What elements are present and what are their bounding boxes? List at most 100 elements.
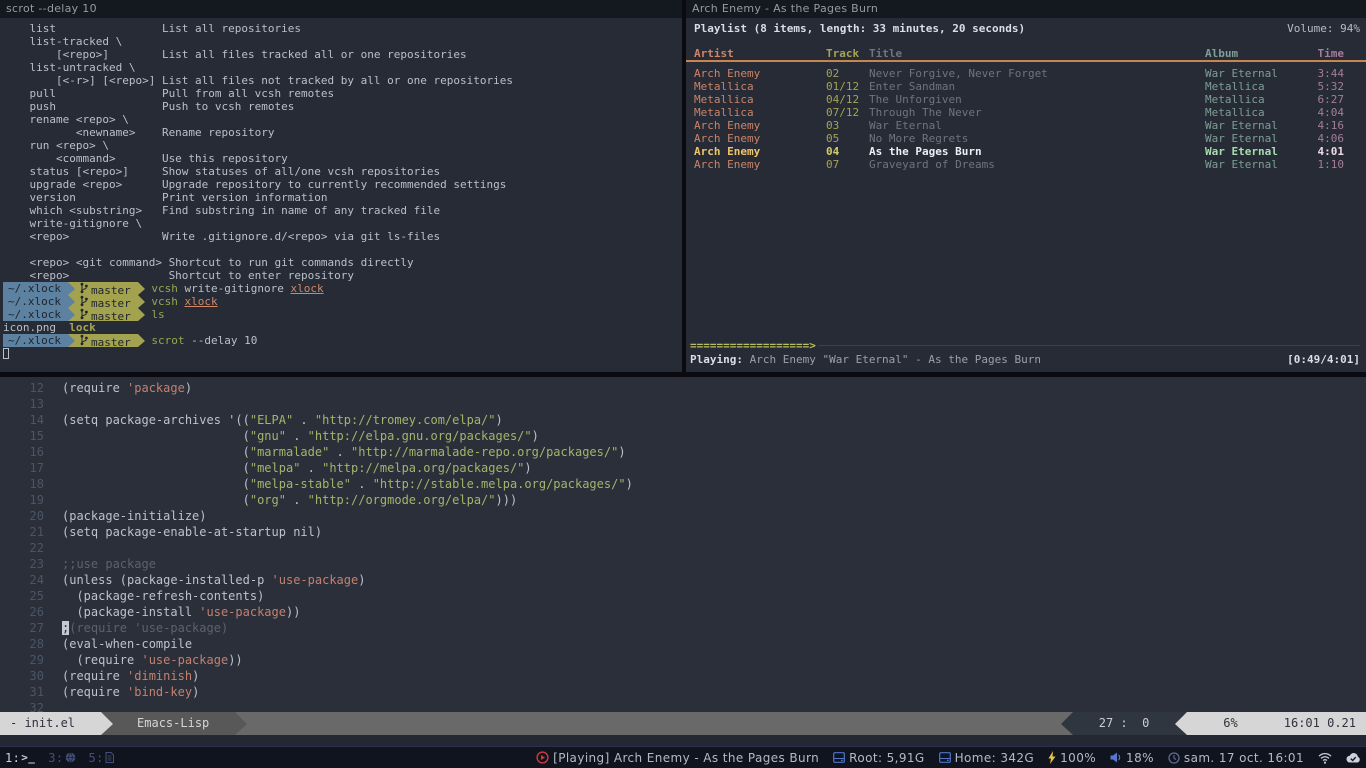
- playlist-row[interactable]: Arch Enemy02Never Forgive, Never ForgetW…: [686, 67, 1366, 80]
- workspace-3[interactable]: 3:: [48, 751, 75, 765]
- code-line[interactable]: 26 (package-install 'use-package)): [14, 604, 1366, 620]
- prompt-git-segment: master: [75, 295, 138, 308]
- column-track[interactable]: Track: [826, 46, 869, 62]
- code-line[interactable]: 12(require 'package): [14, 380, 1366, 396]
- buffer-name: - init.el: [0, 712, 101, 735]
- volume-icon: [1110, 752, 1122, 763]
- workspace-5[interactable]: 5:: [89, 751, 114, 765]
- powerline-arrow-icon: [138, 334, 145, 347]
- column-title[interactable]: Title: [869, 46, 1205, 62]
- line-number: 20: [14, 508, 44, 524]
- powerline-arrow-icon: [1061, 712, 1073, 735]
- code-line[interactable]: 28(eval-when-compile: [14, 636, 1366, 652]
- code-line[interactable]: 14(setq package-archives '(("ELPA" . "ht…: [14, 412, 1366, 428]
- moc-player: Playlist (8 items, length: 33 minutes, 2…: [686, 18, 1366, 372]
- prompt-path-segment: ~/.xlock: [3, 282, 68, 295]
- playlist-row[interactable]: Metallica04/12The UnforgivenMetallica6:2…: [686, 93, 1366, 106]
- desktop: scrot --delay 10 list List all repositor…: [0, 0, 1366, 768]
- code-line[interactable]: 24(unless (package-installed-p 'use-pack…: [14, 572, 1366, 588]
- playlist-row[interactable]: Metallica07/12Through The NeverMetallica…: [686, 106, 1366, 119]
- line-number: 14: [14, 412, 44, 428]
- git-branch-icon: [80, 308, 88, 320]
- command-text: xlock: [184, 295, 217, 308]
- workspace-1[interactable]: 1:>_: [5, 751, 35, 765]
- playlist-row-current[interactable]: Arch Enemy04As the Pages BurnWar Eternal…: [686, 145, 1366, 158]
- code-line[interactable]: 16 ("marmalade" . "http://marmalade-repo…: [14, 444, 1366, 460]
- git-branch-icon: [80, 334, 88, 346]
- playlist-row[interactable]: Arch Enemy07Graveyard of DreamsWar Etern…: [686, 158, 1366, 171]
- terminal-line: <newname> Rename repository: [3, 126, 682, 139]
- terminal-line: list-untracked \: [3, 61, 682, 74]
- playlist-row[interactable]: Arch Enemy03War EternalWar Eternal4:16: [686, 119, 1366, 132]
- command-text: xlock: [290, 282, 323, 295]
- prompt-git-segment: master: [75, 334, 138, 347]
- disk-root-icon: [833, 752, 845, 763]
- column-time[interactable]: Time: [1306, 46, 1344, 62]
- now-playing: [Playing] Arch Enemy - As the Pages Burn: [536, 751, 819, 765]
- code-line[interactable]: 30(require 'diminish): [14, 668, 1366, 684]
- powerline-arrow-icon: [68, 282, 75, 295]
- code-line[interactable]: 13: [14, 396, 1366, 412]
- line-number: 12: [14, 380, 44, 396]
- progress-fill: ==================>: [690, 339, 816, 352]
- command-text: vcsh: [151, 295, 184, 308]
- progress-bar[interactable]: ==================>: [686, 339, 1366, 352]
- terminal-window: scrot --delay 10 list List all repositor…: [0, 0, 682, 372]
- playlist-column-headers: Artist Track Title Album Time: [686, 46, 1366, 62]
- powerline-arrow-icon: [101, 712, 113, 735]
- code-line[interactable]: 29 (require 'use-package)): [14, 652, 1366, 668]
- code-line[interactable]: 20(package-initialize): [14, 508, 1366, 524]
- prompt-path-segment: ~/.xlock: [3, 295, 68, 308]
- progress-track: [818, 345, 1360, 346]
- prompt-git-segment: master: [75, 308, 138, 321]
- emacs-modeline: - init.el Emacs-Lisp 27 : 0 6% 16:01 0.2…: [0, 712, 1366, 735]
- code-line[interactable]: 15 ("gnu" . "http://elpa.gnu.org/package…: [14, 428, 1366, 444]
- terminal-line: run <repo> \: [3, 139, 682, 152]
- powerline-arrow-icon: [1175, 712, 1187, 735]
- code-line[interactable]: 19 ("org" . "http://orgmode.org/elpa/"))…: [14, 492, 1366, 508]
- terminal-line: ~/.xlockmaster ls: [3, 308, 682, 321]
- line-number: 15: [14, 428, 44, 444]
- terminal-line: push Push to vcsh remotes: [3, 100, 682, 113]
- terminal-line: [<repo>] List all files tracked all or o…: [3, 48, 682, 61]
- player-title: Arch Enemy - As the Pages Burn: [692, 2, 878, 15]
- terminal-body[interactable]: list List all repositories list-tracked …: [0, 18, 682, 360]
- line-number: 16: [14, 444, 44, 460]
- powerline-arrow-icon: [68, 334, 75, 347]
- column-album[interactable]: Album: [1205, 46, 1306, 62]
- playlist-row[interactable]: Arch Enemy05No More RegretsWar Eternal4:…: [686, 132, 1366, 145]
- powerline-arrow-icon: [68, 295, 75, 308]
- line-number: 30: [14, 668, 44, 684]
- line-number: 23: [14, 556, 44, 572]
- terminal-line: <repo> Write .gitignore.d/<repo> via git…: [3, 230, 682, 243]
- code-line[interactable]: 27;(require 'use-package): [14, 620, 1366, 636]
- battery-icon: [1048, 751, 1056, 764]
- line-number: 22: [14, 540, 44, 556]
- code-line[interactable]: 23;;use package: [14, 556, 1366, 572]
- terminal-line: list-tracked \: [3, 35, 682, 48]
- line-number: 25: [14, 588, 44, 604]
- code-line[interactable]: 21(setq package-enable-at-startup nil): [14, 524, 1366, 540]
- emacs-buffer[interactable]: 12(require 'package)1314(setq package-ar…: [0, 377, 1366, 716]
- code-line[interactable]: 17 ("melpa" . "http://melpa.org/packages…: [14, 460, 1366, 476]
- code-line[interactable]: 25 (package-refresh-contents): [14, 588, 1366, 604]
- terminal-cursor: [3, 348, 9, 359]
- playing-song: Arch Enemy "War Eternal" - As the Pages …: [743, 353, 1041, 367]
- battery: 100%: [1048, 751, 1096, 765]
- code-line[interactable]: 18 ("melpa-stable" . "http://stable.melp…: [14, 476, 1366, 492]
- now-playing-icon: [536, 751, 549, 764]
- player-status-area: ==================> Playing: Arch Enemy …: [686, 339, 1366, 367]
- code-line[interactable]: 31(require 'bind-key): [14, 684, 1366, 700]
- playlist-row[interactable]: Metallica01/12Enter SandmanMetallica5:32: [686, 80, 1366, 93]
- column-artist[interactable]: Artist: [694, 46, 826, 62]
- line-number: 21: [14, 524, 44, 540]
- terminal-line: which <substring> Find substring in name…: [3, 204, 682, 217]
- powerline-arrow-icon: [68, 308, 75, 321]
- terminal-line: [3, 243, 682, 256]
- line-number: 27: [14, 620, 44, 636]
- wifi-icon: [1318, 752, 1332, 764]
- command-text: write-gitignore: [184, 282, 290, 295]
- disk-home: Home: 342G: [939, 751, 1035, 765]
- code-line[interactable]: 22: [14, 540, 1366, 556]
- terminal-line: pull Pull from all vcsh remotes: [3, 87, 682, 100]
